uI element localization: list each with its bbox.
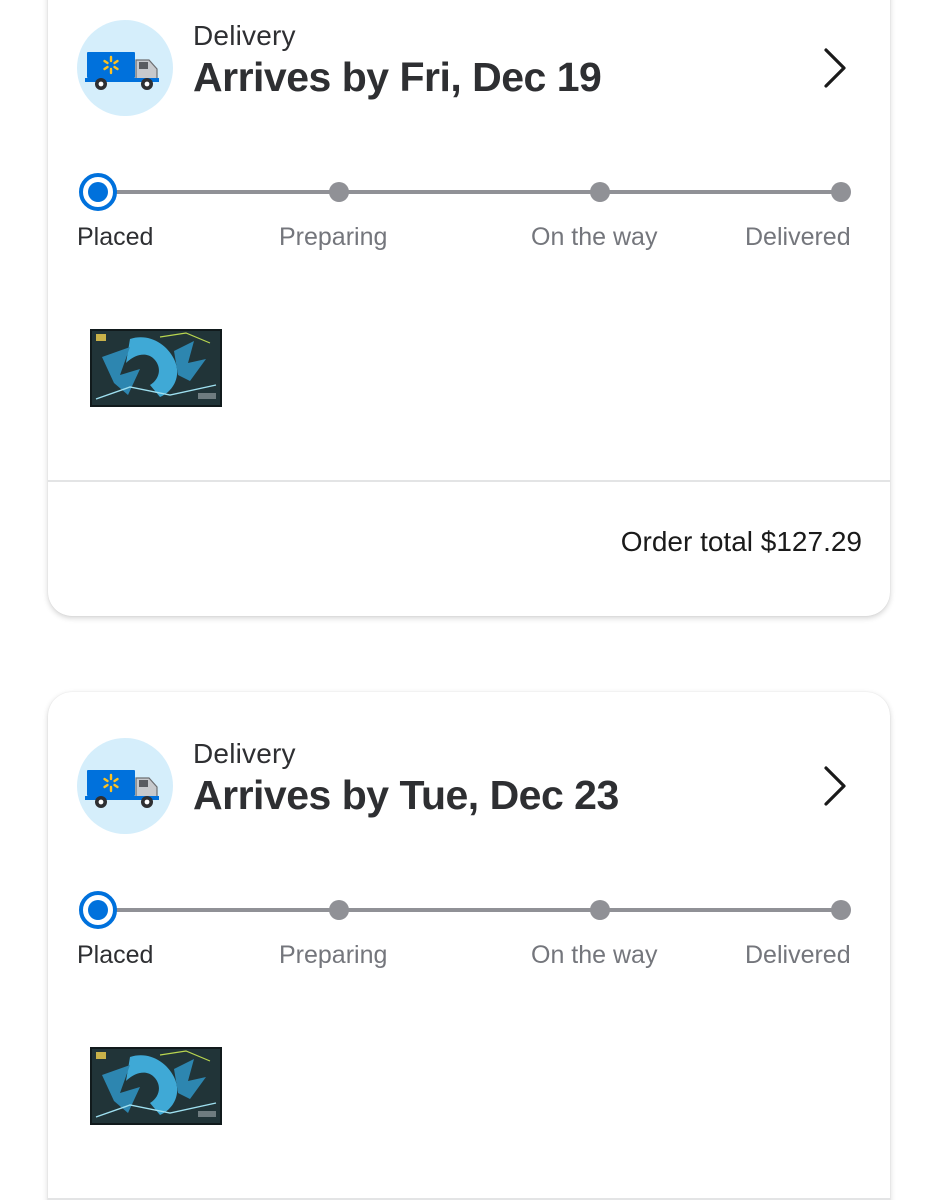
delivery-truck-icon (77, 738, 173, 834)
progress-line (98, 908, 842, 912)
order-progress-tracker: Placed Preparing On the way Delivered (48, 167, 890, 257)
fulfillment-method: Delivery (193, 738, 296, 769)
step-dot-preparing (329, 900, 349, 920)
step-dot-on-the-way (590, 182, 610, 202)
progress-line (98, 190, 842, 194)
arrival-date: Arrives by Fri, Dec 19 (193, 54, 602, 100)
step-dot-delivered (831, 900, 851, 920)
step-label-placed: Placed (77, 941, 154, 969)
step-label-preparing: Preparing (279, 941, 388, 969)
fulfillment-method: Delivery (193, 20, 296, 51)
step-label-on-the-way: On the way (531, 941, 658, 969)
order-total: Order total $127.29 (620, 526, 862, 557)
product-image[interactable] (90, 1047, 222, 1125)
chevron-right-icon[interactable] (818, 44, 852, 92)
step-dot-preparing (329, 182, 349, 202)
delivery-truck-icon (77, 20, 173, 116)
order-card[interactable]: Delivery Arrives by Fri, Dec 19 Placed P… (48, 0, 890, 616)
step-dot-placed (79, 891, 117, 929)
step-label-on-the-way: On the way (531, 223, 658, 251)
step-label-delivered: Delivered (745, 941, 851, 969)
orders-page: Delivery Arrives by Fri, Dec 19 Placed P… (0, 0, 940, 1200)
chevron-right-icon[interactable] (818, 762, 852, 810)
order-card[interactable]: Delivery Arrives by Tue, Dec 23 Placed P… (48, 692, 890, 1200)
product-image[interactable] (90, 329, 222, 407)
step-dot-delivered (831, 182, 851, 202)
step-label-delivered: Delivered (745, 223, 851, 251)
order-progress-tracker: Placed Preparing On the way Delivered (48, 885, 890, 975)
step-label-preparing: Preparing (279, 223, 388, 251)
step-dot-on-the-way (590, 900, 610, 920)
step-dot-placed (79, 173, 117, 211)
card-divider (48, 480, 890, 482)
step-label-placed: Placed (77, 223, 154, 251)
arrival-date: Arrives by Tue, Dec 23 (193, 772, 619, 818)
